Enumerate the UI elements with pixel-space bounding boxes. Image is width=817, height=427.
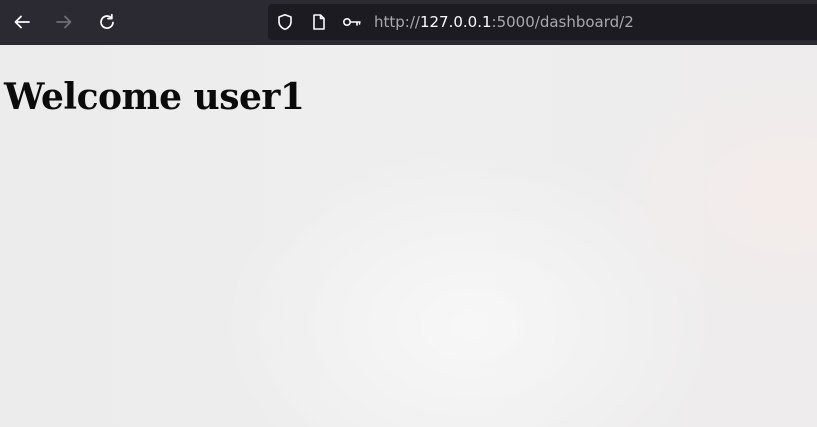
url-text[interactable]: http://127.0.0.1:5000/dashboard/2 bbox=[374, 12, 634, 32]
page-icon[interactable] bbox=[310, 13, 328, 31]
url-host: 127.0.0.1 bbox=[419, 13, 492, 31]
reload-button[interactable] bbox=[93, 9, 121, 35]
url-path: :5000/dashboard/2 bbox=[491, 13, 634, 31]
reload-icon bbox=[97, 12, 117, 32]
page-content: Welcome user1 bbox=[0, 45, 817, 427]
url-prefix: http:// bbox=[374, 13, 420, 31]
url-bar[interactable]: http://127.0.0.1:5000/dashboard/2 bbox=[268, 4, 817, 40]
browser-toolbar: http://127.0.0.1:5000/dashboard/2 bbox=[0, 0, 817, 45]
arrow-left-icon bbox=[12, 12, 32, 32]
welcome-heading: Welcome user1 bbox=[4, 76, 305, 118]
shield-icon[interactable] bbox=[276, 13, 294, 31]
key-icon[interactable] bbox=[342, 13, 362, 31]
forward-button[interactable] bbox=[50, 9, 78, 35]
arrow-right-icon bbox=[54, 12, 74, 32]
back-button[interactable] bbox=[8, 9, 36, 35]
